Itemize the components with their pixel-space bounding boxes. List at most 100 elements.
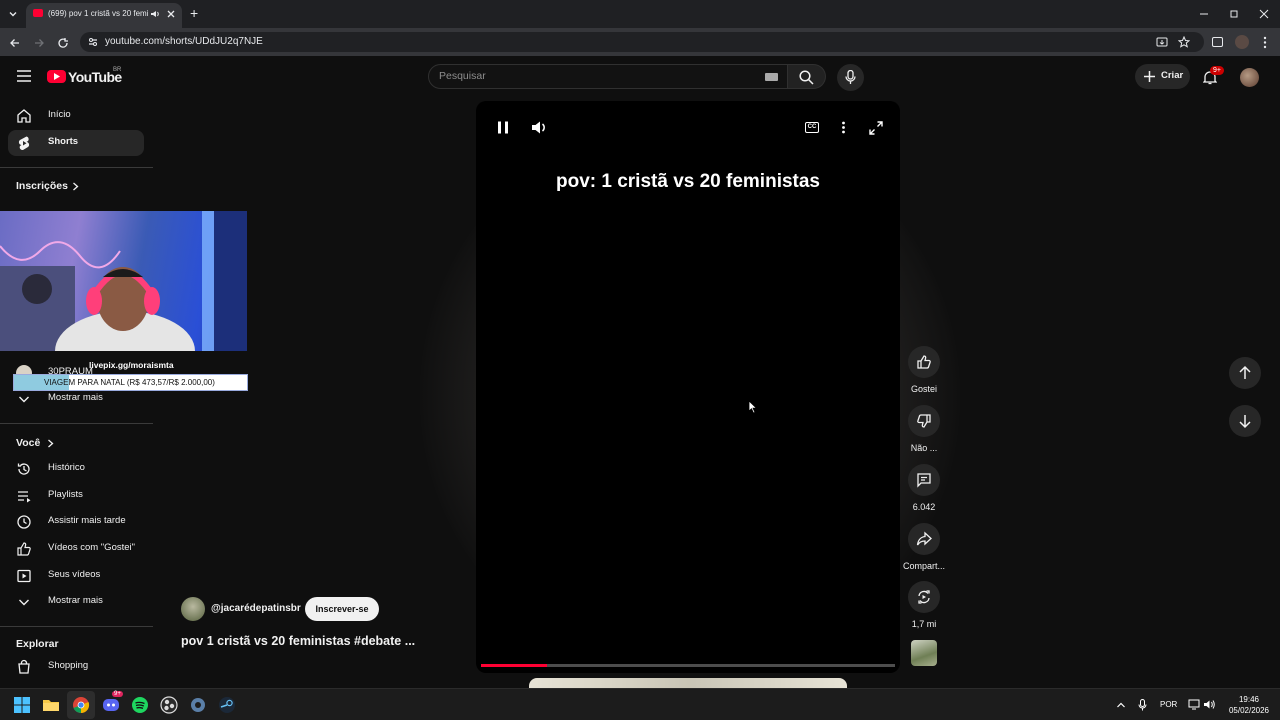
chrome-icon[interactable] [71,695,91,715]
sidebar-item-historico[interactable]: Histórico [8,456,144,482]
chevron-down-icon [19,396,29,403]
minimize-icon[interactable] [1199,9,1209,19]
shorts-icon [18,136,30,151]
tab-title: (699) pov 1 cristã vs 20 femi [48,9,149,18]
dislike-button[interactable]: Não ... [903,405,945,453]
speaker-icon[interactable] [1203,699,1216,710]
chevron-right-icon [48,439,54,448]
remix-circle[interactable] [908,581,940,613]
next-short-button[interactable] [1229,405,1261,437]
chrome-menu-icon[interactable] [1262,36,1268,49]
thumbs-down-icon [917,414,931,428]
microphone-tray-icon[interactable] [1138,699,1147,711]
sidebar-item-label: Histórico [48,462,85,473]
sidebar-item-playlists[interactable]: Playlists [8,483,144,509]
file-explorer-icon[interactable] [41,695,61,715]
dislike-circle[interactable] [908,405,940,437]
address-bar[interactable]: youtube.com/shorts/UDdJU2q7NJE [80,32,1204,52]
remix-count: 1,7 mi [911,619,937,629]
sidebar-item-inicio[interactable]: Início [8,103,144,129]
thumbs-up-icon [917,355,931,369]
sidebar-item-shopping[interactable]: Shopping [8,654,144,680]
like-circle[interactable] [908,346,940,378]
close-window-icon[interactable] [1259,9,1269,19]
you-header[interactable]: Você [16,437,76,451]
comments-button[interactable]: 6.042 [903,464,945,512]
share-icon [916,531,932,546]
sidebar-divider [0,167,153,168]
sidebar-item-shorts[interactable]: Shorts [8,130,144,156]
subscriptions-title: Inscrições [16,180,68,192]
tab-search-button[interactable] [6,7,20,21]
network-icon[interactable] [1188,699,1200,710]
channel-avatar[interactable] [181,597,205,621]
spotify-icon[interactable] [130,695,150,715]
short-title[interactable]: pov 1 cristã vs 20 feministas #debate ..… [181,634,415,648]
audio-thumbnail[interactable] [911,640,937,666]
fullscreen-icon[interactable] [869,121,883,135]
you-show-more[interactable]: Mostrar mais [8,589,144,615]
video-caption: pov: 1 cristã vs 20 feministas [555,171,820,192]
restore-icon[interactable] [1229,9,1239,19]
extensions-icon[interactable] [1212,37,1223,47]
video-progress-bar[interactable] [481,664,895,667]
account-avatar[interactable] [1240,68,1259,87]
closed-captions-icon[interactable]: CC [805,122,819,133]
share-circle[interactable] [908,523,940,555]
volume-icon[interactable] [531,120,548,135]
site-info-icon[interactable] [87,36,99,48]
comments-circle[interactable] [908,464,940,496]
channel-handle[interactable]: @jacarédepatinsbr [211,603,301,614]
remix-button[interactable]: 1,7 mi [903,581,945,629]
audio-playing-icon[interactable] [150,9,160,19]
discord-icon[interactable]: 9+ [101,691,123,715]
sidebar-item-videos-gostei[interactable]: Vídeos com "Gostei" [8,536,144,562]
more-options-icon[interactable] [841,121,846,134]
sidebar-item-assistir-mais-tarde[interactable]: Assistir mais tarde [8,509,144,535]
microphone-icon [845,70,856,84]
settings-gear-icon[interactable] [188,695,208,715]
url-text: youtube.com/shorts/UDdJU2q7NJE [105,36,263,47]
voice-search-button[interactable] [837,64,864,91]
install-app-icon[interactable] [1156,36,1168,48]
subscribe-button[interactable]: Inscrever-se [305,597,379,621]
steam-icon[interactable] [217,695,237,715]
forward-arrow-icon[interactable] [33,37,45,49]
shorts-player[interactable]: CC pov: 1 cristã vs 20 feministas [476,101,900,673]
chevron-down-icon [19,599,29,606]
windows-start-icon[interactable] [12,695,32,715]
next-short-preview[interactable] [529,678,847,688]
video-progress-fill [481,664,548,667]
share-button[interactable]: Compart... [903,523,945,571]
chevron-right-icon [73,182,79,191]
create-button[interactable]: Criar [1135,64,1190,89]
sidebar-item-label: Assistir mais tarde [48,515,126,526]
chevron-up-icon[interactable] [1116,700,1126,710]
search-input[interactable]: Pesquisar [428,64,788,89]
mouse-cursor-icon [748,400,758,414]
like-icon [17,542,31,556]
input-language[interactable]: POR [1160,700,1177,709]
plus-icon [1144,71,1155,82]
pause-icon[interactable] [497,121,509,134]
system-clock[interactable]: 19:46 05/02/2026 [1224,694,1274,716]
bookmark-star-icon[interactable] [1178,36,1190,48]
reload-icon[interactable] [57,37,69,49]
webcam-overlay [0,211,247,351]
browser-tab-active[interactable]: (699) pov 1 cristã vs 20 femi [26,3,182,28]
like-button[interactable]: Gostei [903,346,945,394]
clock-date: 05/02/2026 [1228,706,1270,715]
home-icon [17,109,31,123]
profile-avatar[interactable] [1235,35,1249,49]
close-tab-icon[interactable] [166,9,176,19]
keyboard-icon[interactable] [765,73,778,81]
back-arrow-icon[interactable] [9,37,21,49]
obs-icon[interactable] [159,695,179,715]
remix-icon [918,590,930,604]
search-button[interactable] [788,64,826,89]
previous-short-button[interactable] [1229,357,1261,389]
sidebar-item-seus-videos[interactable]: Seus vídeos [8,563,144,589]
new-tab-button[interactable]: + [190,5,198,21]
notifications-button[interactable]: 9+ [1200,66,1224,89]
subscriptions-header[interactable]: Inscrições [16,180,96,194]
